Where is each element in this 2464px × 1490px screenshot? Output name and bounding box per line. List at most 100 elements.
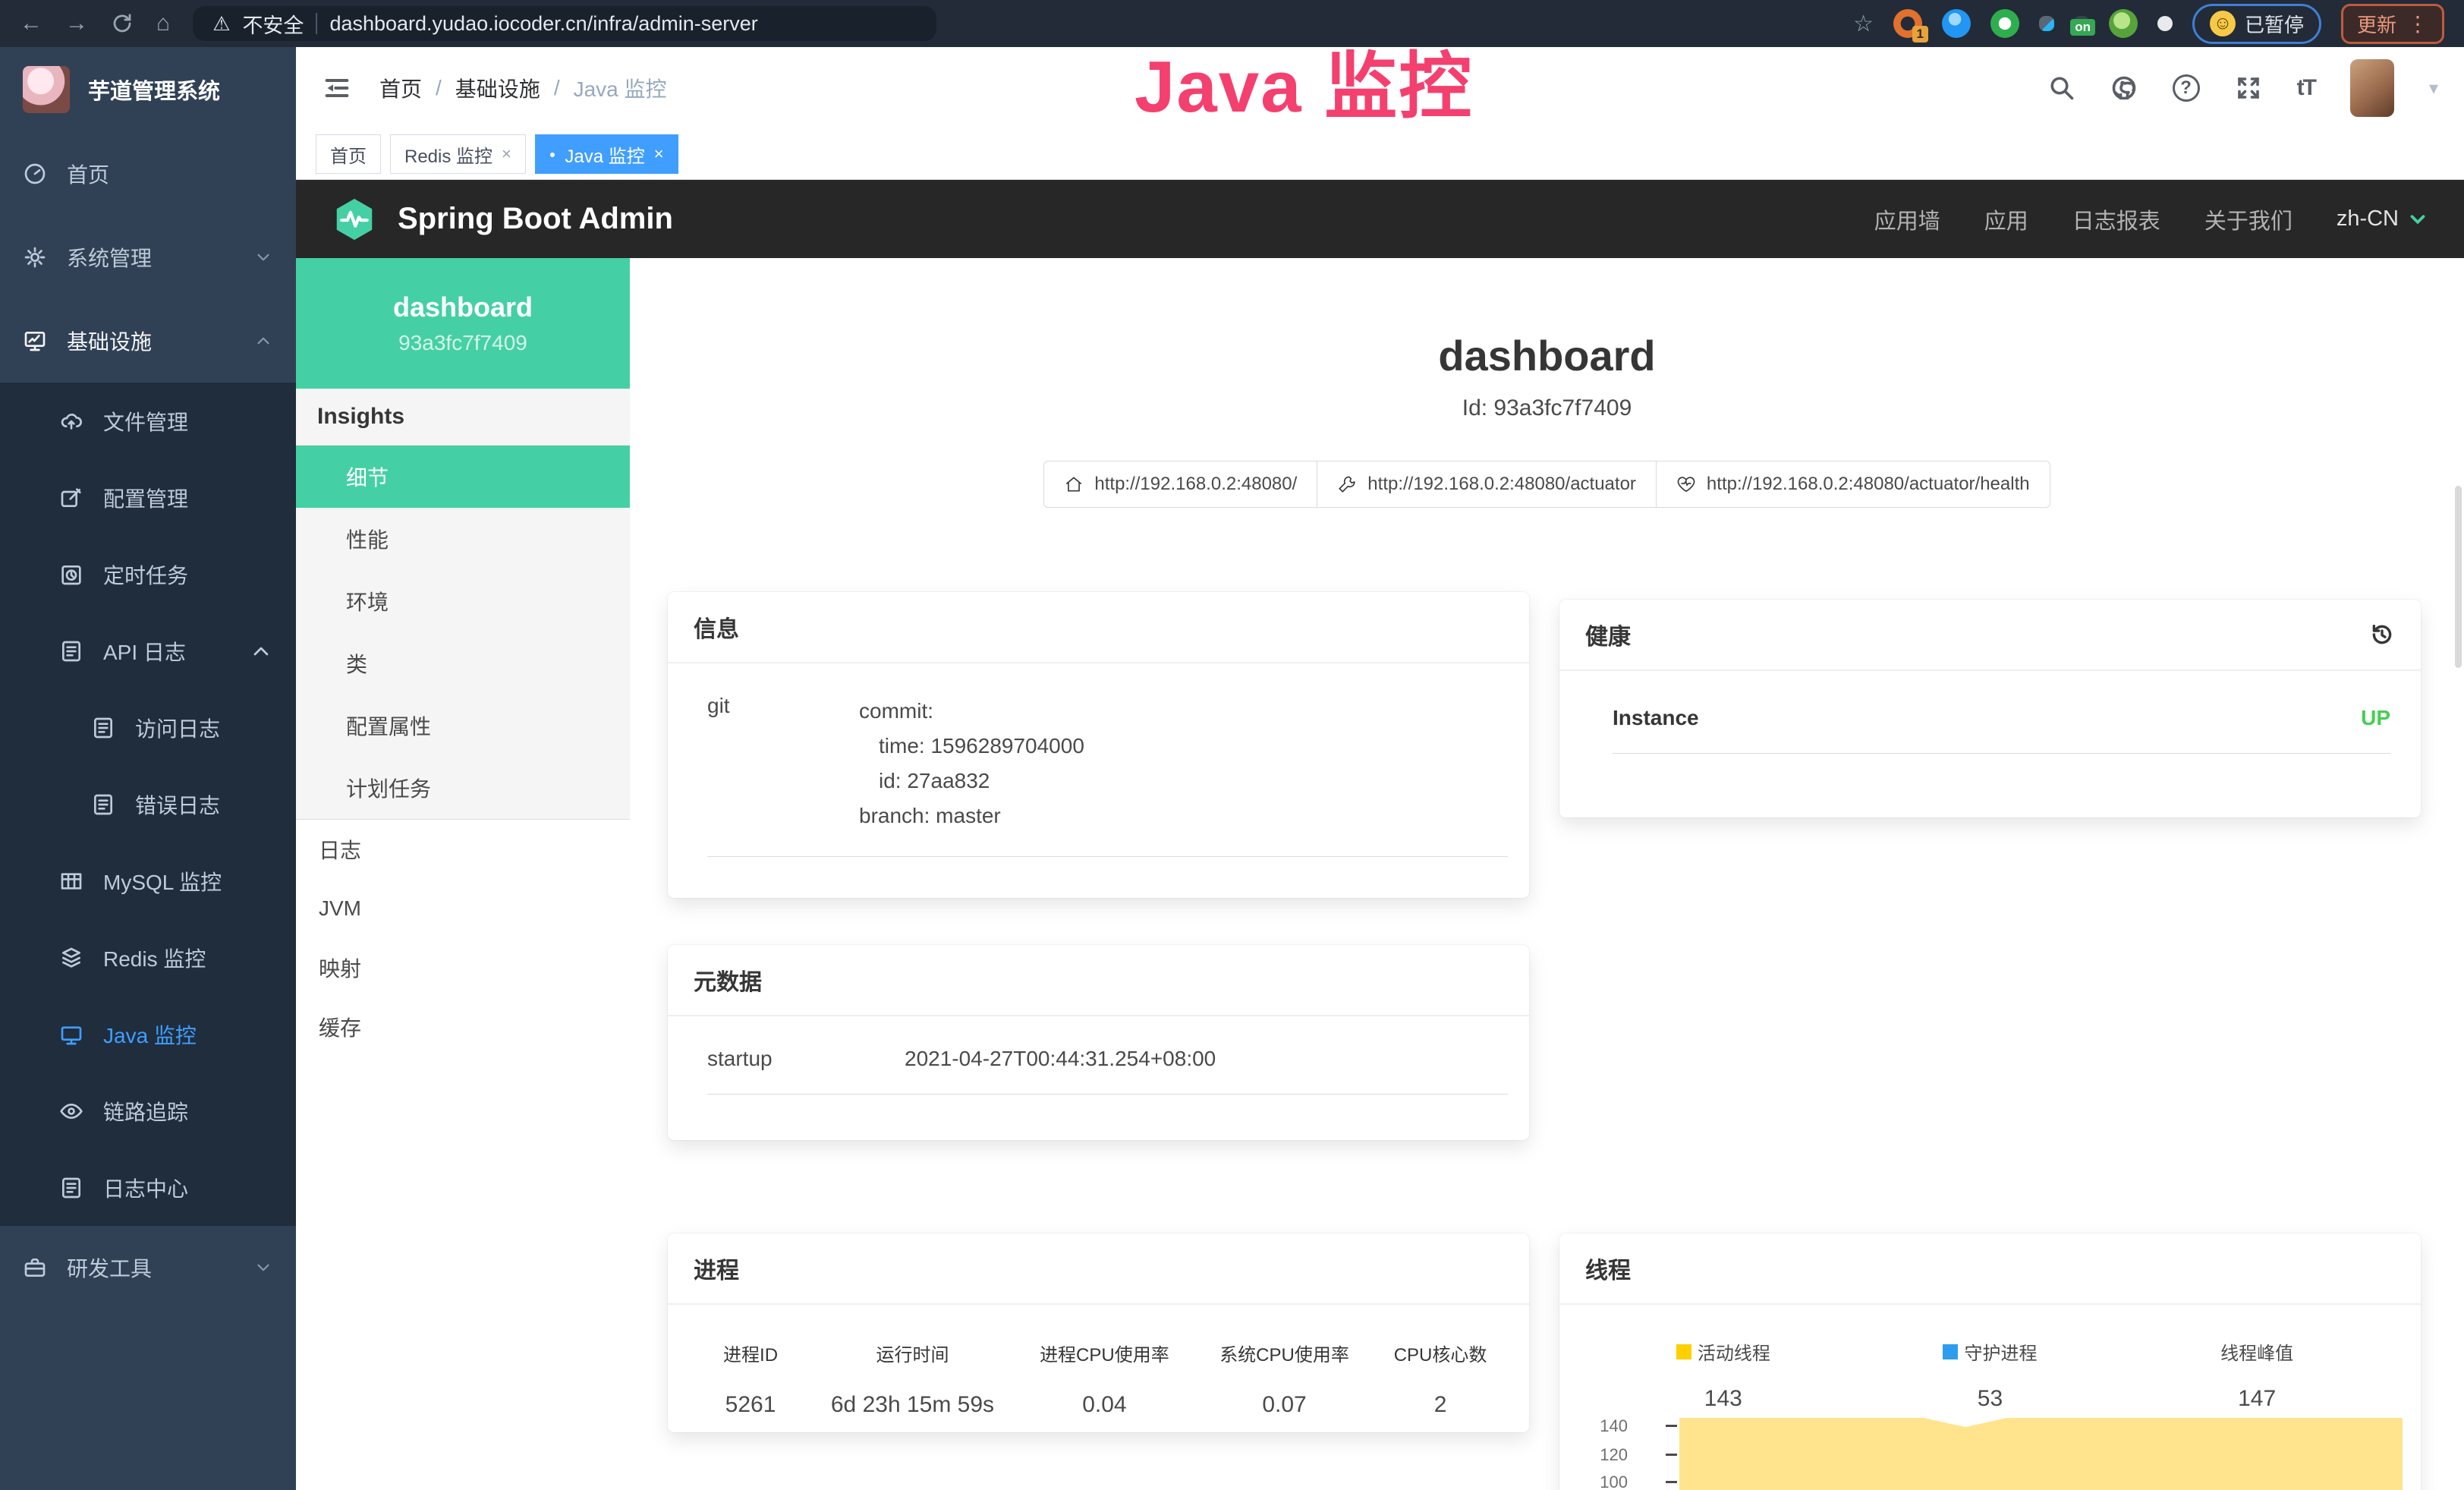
extension-icon-blue-pin[interactable] — [1942, 9, 1971, 38]
main-area: 首页 / 基础设施 / Java 监控 ? tT ▾ 首页 Redis 监控 — [296, 47, 2464, 1490]
sba-menu-jvm[interactable]: JVM — [296, 879, 630, 938]
sidebar-item-home[interactable]: 首页 — [0, 132, 296, 216]
sidebar-item-infra[interactable]: 基础设施 — [0, 299, 296, 383]
user-avatar[interactable] — [2350, 59, 2394, 117]
help-icon[interactable]: ? — [2173, 74, 2200, 102]
url-text[interactable]: dashboard.yudao.iocoder.cn/infra/admin-s… — [329, 12, 757, 36]
col-header: 进程CPU使用率 — [1015, 1340, 1194, 1366]
extension-icon-green-circle[interactable] — [1990, 9, 2019, 38]
sba-menu-environment[interactable]: 环境 — [296, 570, 630, 632]
sba-nav-applications[interactable]: 应用 — [1984, 203, 2028, 235]
sidebar-item-redis-monitor[interactable]: Redis 监控 — [0, 919, 296, 996]
history-icon[interactable] — [2369, 622, 2395, 647]
sidebar-item-log-center[interactable]: 日志中心 — [0, 1149, 296, 1226]
sidebar-item-config-manage[interactable]: 配置管理 — [0, 459, 296, 536]
sidebar-item-label: Redis 监控 — [103, 943, 206, 973]
info-value: commit: time: 1596289704000 id: 27aa832 … — [859, 694, 1508, 833]
search-icon[interactable] — [2048, 74, 2075, 102]
sba-menu-logs[interactable]: 日志 — [296, 820, 630, 879]
extension-icon-tampermonkey[interactable]: on — [2074, 16, 2089, 31]
extensions-puzzle-icon[interactable] — [2157, 16, 2173, 31]
menu-label: 性能 — [346, 524, 389, 554]
sba-menu-scheduled-tasks[interactable]: 计划任务 — [296, 757, 630, 819]
sba-nav-about[interactable]: 关于我们 — [2204, 203, 2292, 235]
paused-label: 已暂停 — [2245, 10, 2304, 38]
breadcrumb-home[interactable]: 首页 — [379, 73, 422, 103]
paused-badge[interactable]: ☺ 已暂停 — [2192, 4, 2321, 44]
sba-menu-metrics[interactable]: 性能 — [296, 508, 630, 570]
extension-icon-grid[interactable] — [2039, 16, 2054, 31]
cpu-cores: 2 — [1374, 1392, 1506, 1418]
sba-menu-details[interactable]: 细节 — [296, 446, 630, 508]
card-title: 进程 — [694, 1252, 739, 1285]
sba-menu-config-props[interactable]: 配置属性 — [296, 695, 630, 757]
sidebar-item-label: MySQL 监控 — [103, 866, 222, 896]
sidebar-item-devtools[interactable]: 研发工具 — [0, 1226, 296, 1309]
sidebar-item-tracing[interactable]: 链路追踪 — [0, 1073, 296, 1149]
extension-icon-leaf[interactable] — [2109, 9, 2138, 38]
tab-home[interactable]: 首页 — [316, 134, 381, 174]
link-label: http://192.168.0.2:48080/actuator — [1367, 474, 1636, 495]
sidebar-item-mysql-monitor[interactable]: MySQL 监控 — [0, 843, 296, 919]
menu-label: 计划任务 — [346, 773, 431, 803]
browser-menu-icon[interactable]: ⋮ — [2407, 11, 2428, 36]
instance-header[interactable]: dashboard 93a3fc7f7409 — [296, 258, 630, 389]
breadcrumb-infra[interactable]: 基础设施 — [455, 73, 540, 103]
font-size-icon[interactable]: tT — [2297, 75, 2315, 101]
service-url-button[interactable]: http://192.168.0.2:48080/ — [1043, 461, 1317, 508]
close-icon[interactable]: × — [502, 144, 511, 164]
sidebar-item-error-log[interactable]: 错误日志 — [0, 766, 296, 843]
health-card-header: 健康 — [1559, 600, 2421, 671]
fullscreen-icon[interactable] — [2235, 74, 2262, 102]
scrollbar-thumb[interactable] — [2455, 486, 2462, 668]
bookmark-star-icon[interactable]: ☆ — [1853, 11, 1874, 37]
active-dot-icon: ● — [549, 149, 555, 159]
sidebar-item-file-manage[interactable]: 文件管理 — [0, 383, 296, 459]
sidebar-item-system[interactable]: 系统管理 — [0, 216, 296, 299]
close-icon[interactable]: × — [654, 144, 664, 164]
log-icon — [59, 639, 83, 663]
process-values-row: 5261 6d 23h 15m 59s 0.04 0.07 2 — [691, 1366, 1506, 1418]
sba-menu-mappings[interactable]: 映射 — [296, 938, 630, 997]
security-label[interactable]: 不安全 — [242, 9, 304, 39]
app-logo-row[interactable]: 芋道管理系统 — [0, 47, 296, 132]
sba-nav-journal[interactable]: 日志报表 — [2072, 203, 2160, 235]
sba-menu-caches[interactable]: 缓存 — [296, 997, 630, 1057]
sidebar-item-access-log[interactable]: 访问日志 — [0, 689, 296, 766]
sba-locale-select[interactable]: zh-CN — [2337, 206, 2429, 232]
col-header: 系统CPU使用率 — [1194, 1340, 1374, 1366]
back-icon[interactable]: ← — [20, 12, 42, 35]
monitor-chart-icon — [23, 329, 47, 353]
git-commit-line: commit: — [859, 694, 1508, 729]
menu-label: 映射 — [319, 953, 361, 983]
health-instance-row[interactable]: Instance UP — [1613, 706, 2390, 754]
chevron-up-icon — [249, 639, 273, 663]
collapse-sidebar-icon[interactable] — [322, 73, 352, 103]
actuator-url-button[interactable]: http://192.168.0.2:48080/actuator — [1317, 461, 1657, 508]
sba-nav-wallboard[interactable]: 应用墙 — [1874, 203, 1940, 235]
tab-java-monitor[interactable]: ● Java 监控 × — [535, 134, 678, 174]
sidebar-item-java-monitor[interactable]: Java 监控 — [0, 996, 296, 1073]
sba-menu-classes[interactable]: 类 — [296, 632, 630, 695]
extension-icon-orange[interactable]: 1 — [1893, 9, 1922, 38]
reload-icon[interactable] — [111, 12, 134, 35]
sidebar-item-scheduled-jobs[interactable]: 定时任务 — [0, 536, 296, 613]
screen-icon — [59, 1022, 83, 1047]
sba-brand-title[interactable]: Spring Boot Admin — [398, 202, 673, 236]
address-bar[interactable]: ⚠ 不安全 dashboard.yudao.iocoder.cn/infra/a… — [193, 6, 936, 41]
screenshot-root: ← → ⌂ ⚠ 不安全 dashboard.yudao.iocoder.cn/i… — [0, 0, 2464, 1490]
card-title: 线程 — [1585, 1252, 1631, 1285]
health-url-button[interactable]: http://192.168.0.2:48080/actuator/health — [1656, 461, 2050, 508]
topbar-actions: ? tT ▾ — [2048, 59, 2438, 117]
y-axis-tick: 100 — [1573, 1473, 1628, 1490]
sidebar-item-api-log[interactable]: API 日志 — [0, 613, 296, 689]
sidebar-item-label: 日志中心 — [103, 1173, 188, 1203]
avatar-caret-icon[interactable]: ▾ — [2429, 77, 2438, 99]
browser-home-icon[interactable]: ⌂ — [156, 12, 170, 35]
github-icon[interactable] — [2110, 74, 2138, 102]
info-key: git — [707, 694, 859, 833]
forward-icon[interactable]: → — [65, 12, 88, 35]
update-button[interactable]: 更新 ⋮ — [2341, 4, 2444, 44]
tab-redis-monitor[interactable]: Redis 监控 × — [390, 134, 526, 174]
legend-swatch-yellow — [1676, 1344, 1691, 1359]
